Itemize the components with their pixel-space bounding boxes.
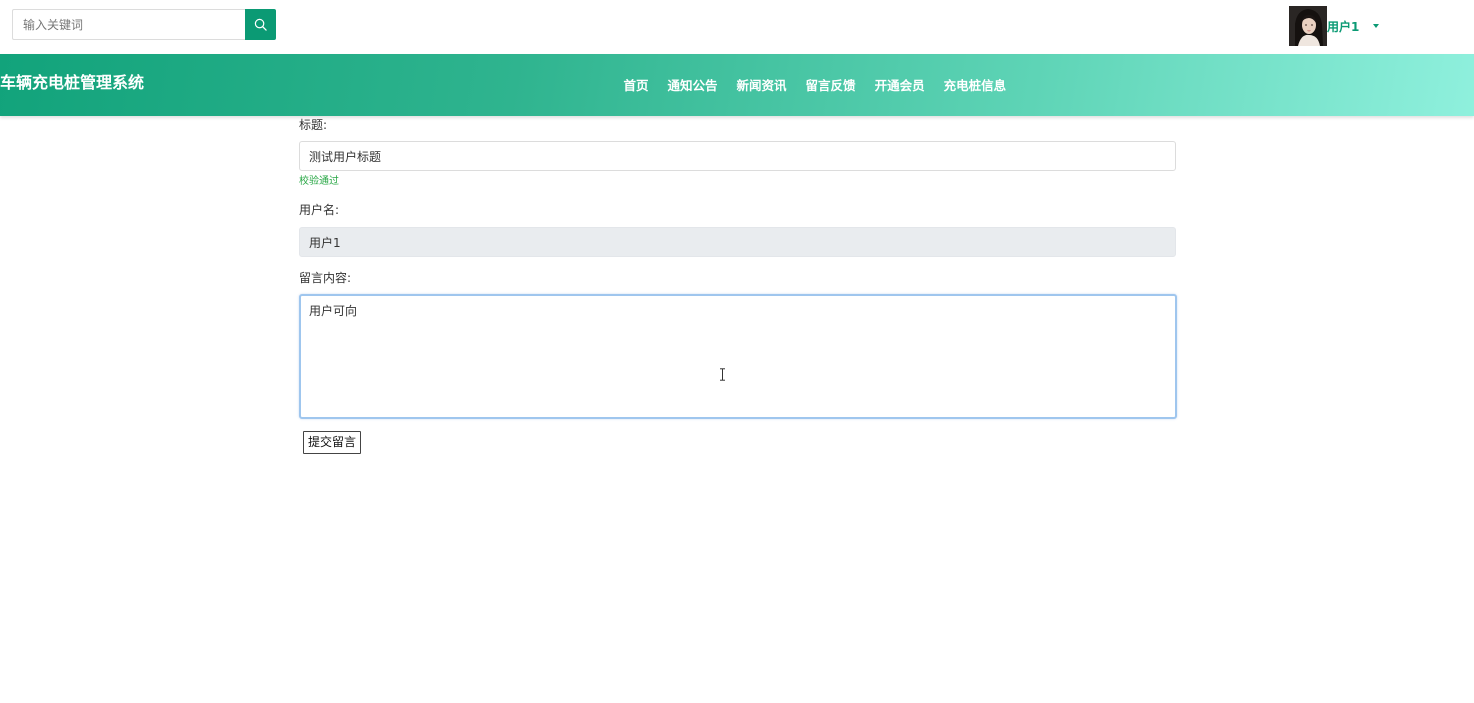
user-menu[interactable]: 用户1 [1289, 6, 1380, 46]
feedback-form: 标题: 校验通过 用户名: 留言内容: 用户可向 提交留言 [299, 116, 1177, 454]
title-validation-hint: 校验通过 [299, 176, 339, 187]
search-button[interactable] [245, 9, 276, 40]
text-cursor-icon [720, 368, 725, 381]
content-label: 留言内容: [299, 271, 352, 285]
user-name: 用户1 [1327, 19, 1360, 34]
search-bar [12, 9, 276, 40]
content-textarea[interactable]: 用户可向 [299, 294, 1177, 419]
caret-down-icon[interactable] [1373, 24, 1380, 28]
title-input[interactable] [299, 141, 1176, 171]
main-nav: 首页 通知公告 新闻资讯 留言反馈 开通会员 充电桩信息 [614, 75, 1016, 94]
search-input[interactable] [12, 9, 246, 40]
nav-item-news[interactable]: 新闻资讯 [737, 75, 787, 94]
search-icon [254, 18, 267, 31]
top-bar: 用户1 [0, 0, 1474, 54]
title-label: 标题: [299, 118, 328, 132]
avatar [1289, 6, 1327, 46]
nav-item-membership[interactable]: 开通会员 [875, 75, 925, 94]
nav-item-feedback[interactable]: 留言反馈 [806, 75, 856, 94]
header-band: 车辆充电桩管理系统 首页 通知公告 新闻资讯 留言反馈 开通会员 充电桩信息 [0, 54, 1474, 116]
username-input[interactable] [299, 227, 1176, 257]
username-label: 用户名: [299, 203, 340, 217]
nav-item-charging-piles[interactable]: 充电桩信息 [944, 75, 1007, 94]
site-title: 车辆充电桩管理系统 [0, 73, 145, 92]
nav-item-notices[interactable]: 通知公告 [668, 75, 718, 94]
nav-item-home[interactable]: 首页 [624, 75, 649, 94]
submit-feedback-button[interactable]: 提交留言 [303, 431, 362, 454]
